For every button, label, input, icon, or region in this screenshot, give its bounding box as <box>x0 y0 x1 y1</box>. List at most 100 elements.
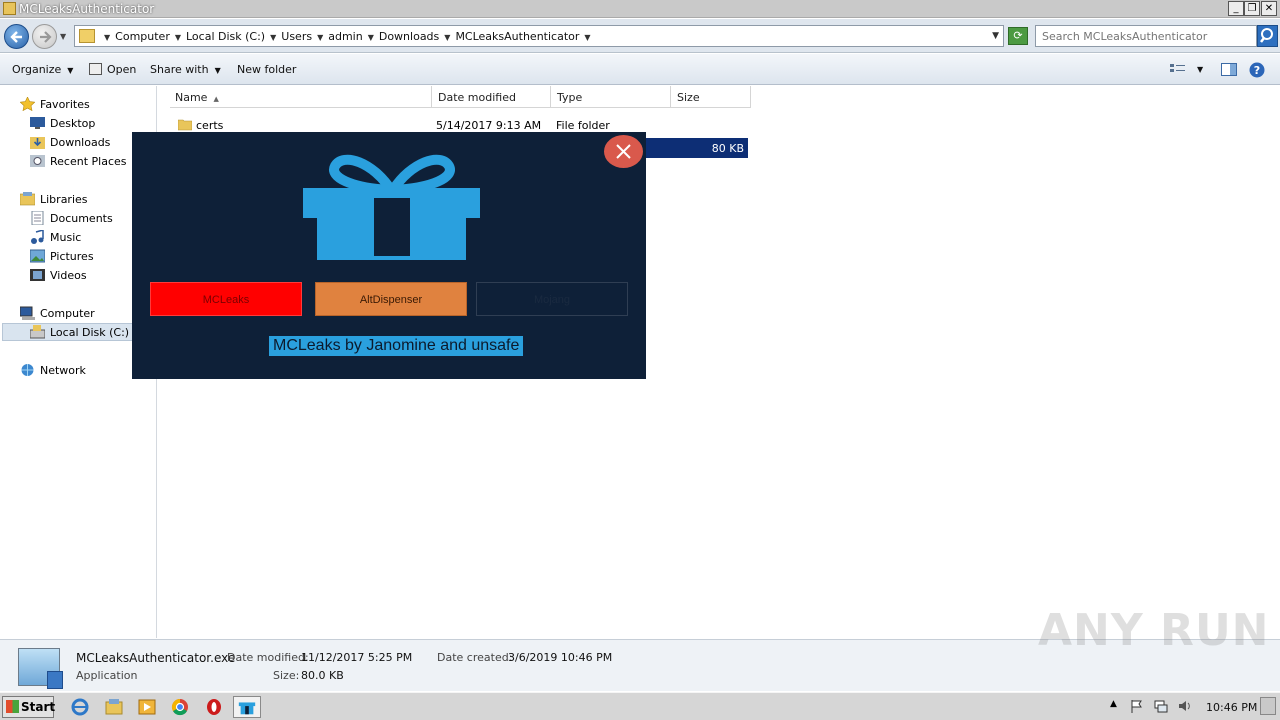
forward-button[interactable] <box>32 24 57 49</box>
pictures-icon <box>30 249 45 263</box>
view-options-dropdown-icon[interactable]: ▼ <box>1197 65 1203 74</box>
chevron-icon[interactable]: ▼ <box>444 33 450 42</box>
column-header-name[interactable]: Name ▲ <box>170 86 432 108</box>
column-header-size[interactable]: Size <box>671 86 751 108</box>
nav-favorites[interactable]: Favorites <box>20 96 140 114</box>
nav-desktop[interactable]: Desktop <box>30 115 140 133</box>
address-dropdown-icon[interactable]: ▼ <box>992 31 999 41</box>
nav-label: Network <box>40 364 86 377</box>
chevron-icon[interactable]: ▼ <box>270 33 276 42</box>
column-header-date-modified[interactable]: Date modified <box>432 86 551 108</box>
star-icon <box>20 97 35 111</box>
nav-label: Libraries <box>40 193 88 206</box>
taskbar: Start ▲ 10:46 PM <box>0 692 1280 720</box>
mcleaks-button[interactable]: MCLeaks <box>150 282 302 316</box>
nav-label: Documents <box>50 212 113 225</box>
nav-label: Desktop <box>50 117 96 130</box>
music-icon <box>31 230 44 244</box>
documents-icon <box>31 211 44 225</box>
window-titlebar: MCLeaksAuthenticator _ ❐ ✕ <box>0 0 1280 18</box>
desktop-icon <box>30 117 45 129</box>
start-button[interactable]: Start <box>2 696 56 718</box>
nav-label: Favorites <box>40 98 90 111</box>
back-button[interactable] <box>4 24 29 49</box>
breadcrumb-mcleaksauthenticator[interactable]: MCLeaksAuthenticator <box>455 30 579 43</box>
organize-button[interactable]: Organize ▼ <box>12 63 73 76</box>
selected-file-size[interactable]: 80 KB <box>646 138 748 158</box>
nav-music[interactable]: Music <box>30 229 140 247</box>
nav-label: Computer <box>40 307 95 320</box>
column-header-type[interactable]: Type <box>551 86 671 108</box>
details-date-modified-label: Date modified: <box>227 651 309 664</box>
downloads-folder-icon <box>30 137 45 149</box>
show-hidden-icons-icon[interactable]: ▲ <box>1110 699 1124 713</box>
details-date-created: 3/6/2019 10:46 PM <box>508 651 613 664</box>
file-explorer-icon[interactable] <box>100 696 128 718</box>
change-view-icon[interactable] <box>1170 63 1186 76</box>
start-label: Start <box>21 700 56 714</box>
open-button[interactable]: Open <box>89 63 136 76</box>
minimize-button[interactable]: _ <box>1228 1 1244 16</box>
breadcrumb: ▼ Computer ▼ Local Disk (C:) ▼ Users ▼ admin ▼ Do… <box>99 30 596 43</box>
chevron-icon[interactable]: ▼ <box>104 33 110 42</box>
nav-label: Downloads <box>50 136 111 149</box>
taskbar-clock[interactable]: 10:46 PM <box>1206 701 1257 714</box>
recent-places-icon <box>30 155 45 167</box>
altdispenser-button[interactable]: AltDispenser <box>315 282 467 316</box>
preview-pane-icon[interactable] <box>1221 63 1237 76</box>
chrome-icon[interactable] <box>166 696 194 718</box>
open-icon <box>89 63 102 75</box>
share-with-button[interactable]: Share with ▼ <box>150 63 221 76</box>
show-desktop-button[interactable] <box>1260 697 1276 715</box>
media-player-icon[interactable] <box>133 696 161 718</box>
file-date-modified: 5/14/2017 9:13 AM <box>436 119 542 132</box>
refresh-button[interactable]: ⟳ <box>1008 27 1028 45</box>
breadcrumb-computer[interactable]: Computer <box>115 30 170 43</box>
chevron-icon[interactable]: ▼ <box>584 33 590 42</box>
action-center-flag-icon[interactable] <box>1130 699 1144 713</box>
nav-network[interactable]: Network <box>20 362 140 380</box>
chevron-icon[interactable]: ▼ <box>368 33 374 42</box>
search-button[interactable] <box>1257 25 1278 47</box>
search-input[interactable] <box>1035 25 1257 47</box>
nav-libraries[interactable]: Libraries <box>20 191 140 209</box>
chevron-icon[interactable]: ▼ <box>317 33 323 42</box>
application-icon <box>18 648 63 689</box>
details-kind: Application <box>76 669 138 682</box>
nav-label: Pictures <box>50 250 94 263</box>
details-date-modified: 11/12/2017 5:25 PM <box>301 651 413 664</box>
chevron-down-icon: ▼ <box>214 66 221 75</box>
share-with-label: Share with <box>150 63 209 76</box>
dialog-close-button[interactable] <box>604 135 643 168</box>
breadcrumb-users[interactable]: Users <box>281 30 312 43</box>
address-field[interactable]: ▼ Computer ▼ Local Disk (C:) ▼ Users ▼ admin ▼ Do… <box>74 25 1004 47</box>
nav-recent-places[interactable]: Recent Places <box>30 153 140 171</box>
forward-arrow-icon <box>40 31 52 43</box>
mojang-button[interactable]: Mojang <box>476 282 628 316</box>
new-folder-button[interactable]: New folder <box>237 63 296 76</box>
opera-icon[interactable] <box>200 696 228 718</box>
breadcrumb-local-disk[interactable]: Local Disk (C:) <box>186 30 265 43</box>
nav-videos[interactable]: Videos <box>30 267 140 285</box>
sort-up-icon: ▲ <box>213 95 219 103</box>
history-dropdown-icon[interactable]: ▼ <box>60 32 66 41</box>
volume-icon[interactable] <box>1178 699 1192 713</box>
libraries-icon <box>20 192 35 206</box>
breadcrumb-downloads[interactable]: Downloads <box>379 30 439 43</box>
nav-pictures[interactable]: Pictures <box>30 248 140 266</box>
nav-label: Recent Places <box>50 155 127 168</box>
windows-logo-icon <box>6 700 19 713</box>
internet-explorer-icon[interactable] <box>66 696 94 718</box>
nav-downloads[interactable]: Downloads <box>30 134 140 152</box>
network-status-icon[interactable] <box>1154 699 1168 713</box>
search-icon <box>1260 28 1273 43</box>
nav-computer[interactable]: Computer <box>20 305 140 323</box>
gift-app-icon[interactable] <box>233 696 261 718</box>
restore-button[interactable]: ❐ <box>1244 1 1260 16</box>
nav-documents[interactable]: Documents <box>30 210 140 228</box>
folder-icon <box>3 2 16 15</box>
help-icon[interactable]: ? <box>1249 62 1265 78</box>
close-button[interactable]: ✕ <box>1261 1 1277 16</box>
breadcrumb-admin[interactable]: admin <box>328 30 362 43</box>
chevron-icon[interactable]: ▼ <box>175 33 181 42</box>
